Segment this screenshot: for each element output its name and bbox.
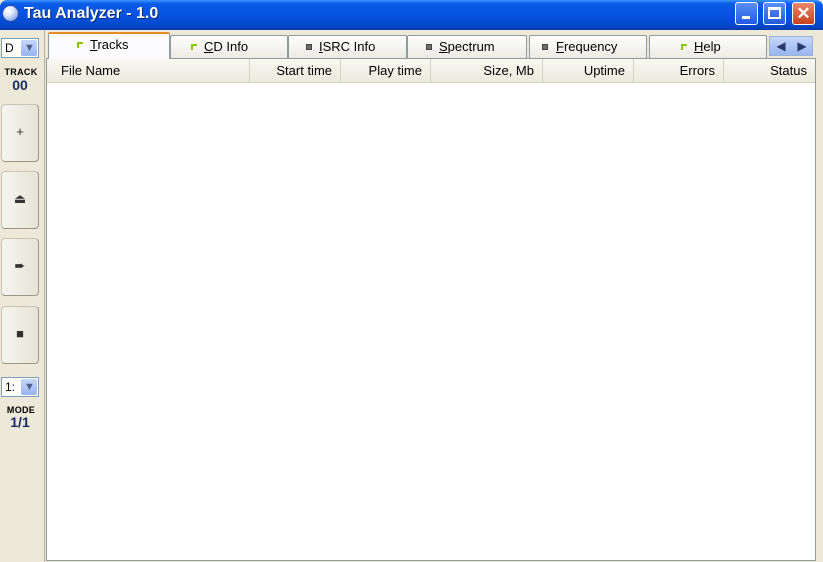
tab-frequency[interactable]: Frequency <box>529 35 647 58</box>
tab-label: Spectrum <box>439 39 495 54</box>
next-button[interactable]: ➨ <box>1 238 39 296</box>
close-button[interactable]: ✕ <box>792 2 815 25</box>
tab-scroll-buttons: ◀ ▶ <box>769 36 813 56</box>
maximize-button[interactable] <box>763 2 786 25</box>
stop-icon: ■ <box>16 326 24 341</box>
stop-button[interactable]: ■ <box>1 306 39 364</box>
close-icon: ✕ <box>796 4 811 23</box>
tab-status-icon <box>681 44 687 50</box>
chevron-down-icon: ▼ <box>24 42 35 54</box>
tab-isrc-info[interactable]: ISRC Info <box>288 35 407 58</box>
add-button[interactable]: + <box>1 104 39 162</box>
tab-status-icon <box>191 44 197 50</box>
tab-tracks[interactable]: Tracks <box>48 32 170 59</box>
tab-cd-info[interactable]: CD Info <box>170 35 288 58</box>
left-control-panel: D ▼ TRACK 00 + ⏏ ➨ ■ 1: ▼ MODE 1/1 <box>0 30 45 562</box>
drive-select-value: D <box>5 41 14 55</box>
chevron-left-icon[interactable]: ◀ <box>771 37 791 55</box>
chevron-down-icon: ▼ <box>24 381 35 393</box>
drive-dropdown-button[interactable]: ▼ <box>21 40 37 56</box>
mode-select-value: 1: <box>5 380 16 394</box>
mode-select[interactable]: 1: ▼ <box>1 377 39 397</box>
tab-status-icon <box>426 44 432 50</box>
tab-strip: Tracks CD Info ISRC Info Spectrum Freque… <box>46 32 823 59</box>
eject-button[interactable]: ⏏ <box>1 171 39 229</box>
tab-spectrum[interactable]: Spectrum <box>407 35 527 58</box>
minimize-icon <box>742 16 750 19</box>
tab-label: Tracks <box>90 37 129 52</box>
mode-readout: 1/1 <box>10 414 30 430</box>
column-size[interactable]: Size, Mb <box>431 59 543 82</box>
track-number: 00 <box>12 77 28 93</box>
column-start-time[interactable]: Start time <box>250 59 341 82</box>
arrow-right-icon: ➨ <box>14 258 26 273</box>
title-bar[interactable]: Tau Analyzer - 1.0 ✕ <box>0 0 823 30</box>
tab-help[interactable]: Help <box>649 35 767 58</box>
eject-icon: ⏏ <box>13 191 27 206</box>
tracks-panel: File Name Start time Play time Size, Mb … <box>46 58 816 561</box>
drive-select[interactable]: D ▼ <box>1 38 39 58</box>
tab-status-icon <box>306 44 312 50</box>
column-file-name[interactable]: File Name <box>47 59 250 82</box>
column-play-time[interactable]: Play time <box>341 59 431 82</box>
tab-label: Help <box>694 39 721 54</box>
column-uptime[interactable]: Uptime <box>543 59 634 82</box>
chevron-right-icon[interactable]: ▶ <box>792 37 812 55</box>
tab-status-icon <box>542 44 548 50</box>
tab-label: ISRC Info <box>319 39 376 54</box>
tab-status-icon <box>77 42 83 48</box>
tab-label: Frequency <box>556 39 618 54</box>
table-header: File Name Start time Play time Size, Mb … <box>47 59 815 83</box>
maximize-icon <box>768 7 781 19</box>
minimize-button[interactable] <box>735 2 758 25</box>
mode-dropdown-button[interactable]: ▼ <box>21 379 37 395</box>
column-status[interactable]: Status <box>724 59 815 82</box>
track-label: TRACK <box>4 67 38 77</box>
app-icon[interactable] <box>2 5 19 22</box>
window-title: Tau Analyzer - 1.0 <box>24 5 159 22</box>
plus-icon: + <box>16 124 24 139</box>
column-errors[interactable]: Errors <box>634 59 724 82</box>
tab-label: CD Info <box>204 39 249 54</box>
